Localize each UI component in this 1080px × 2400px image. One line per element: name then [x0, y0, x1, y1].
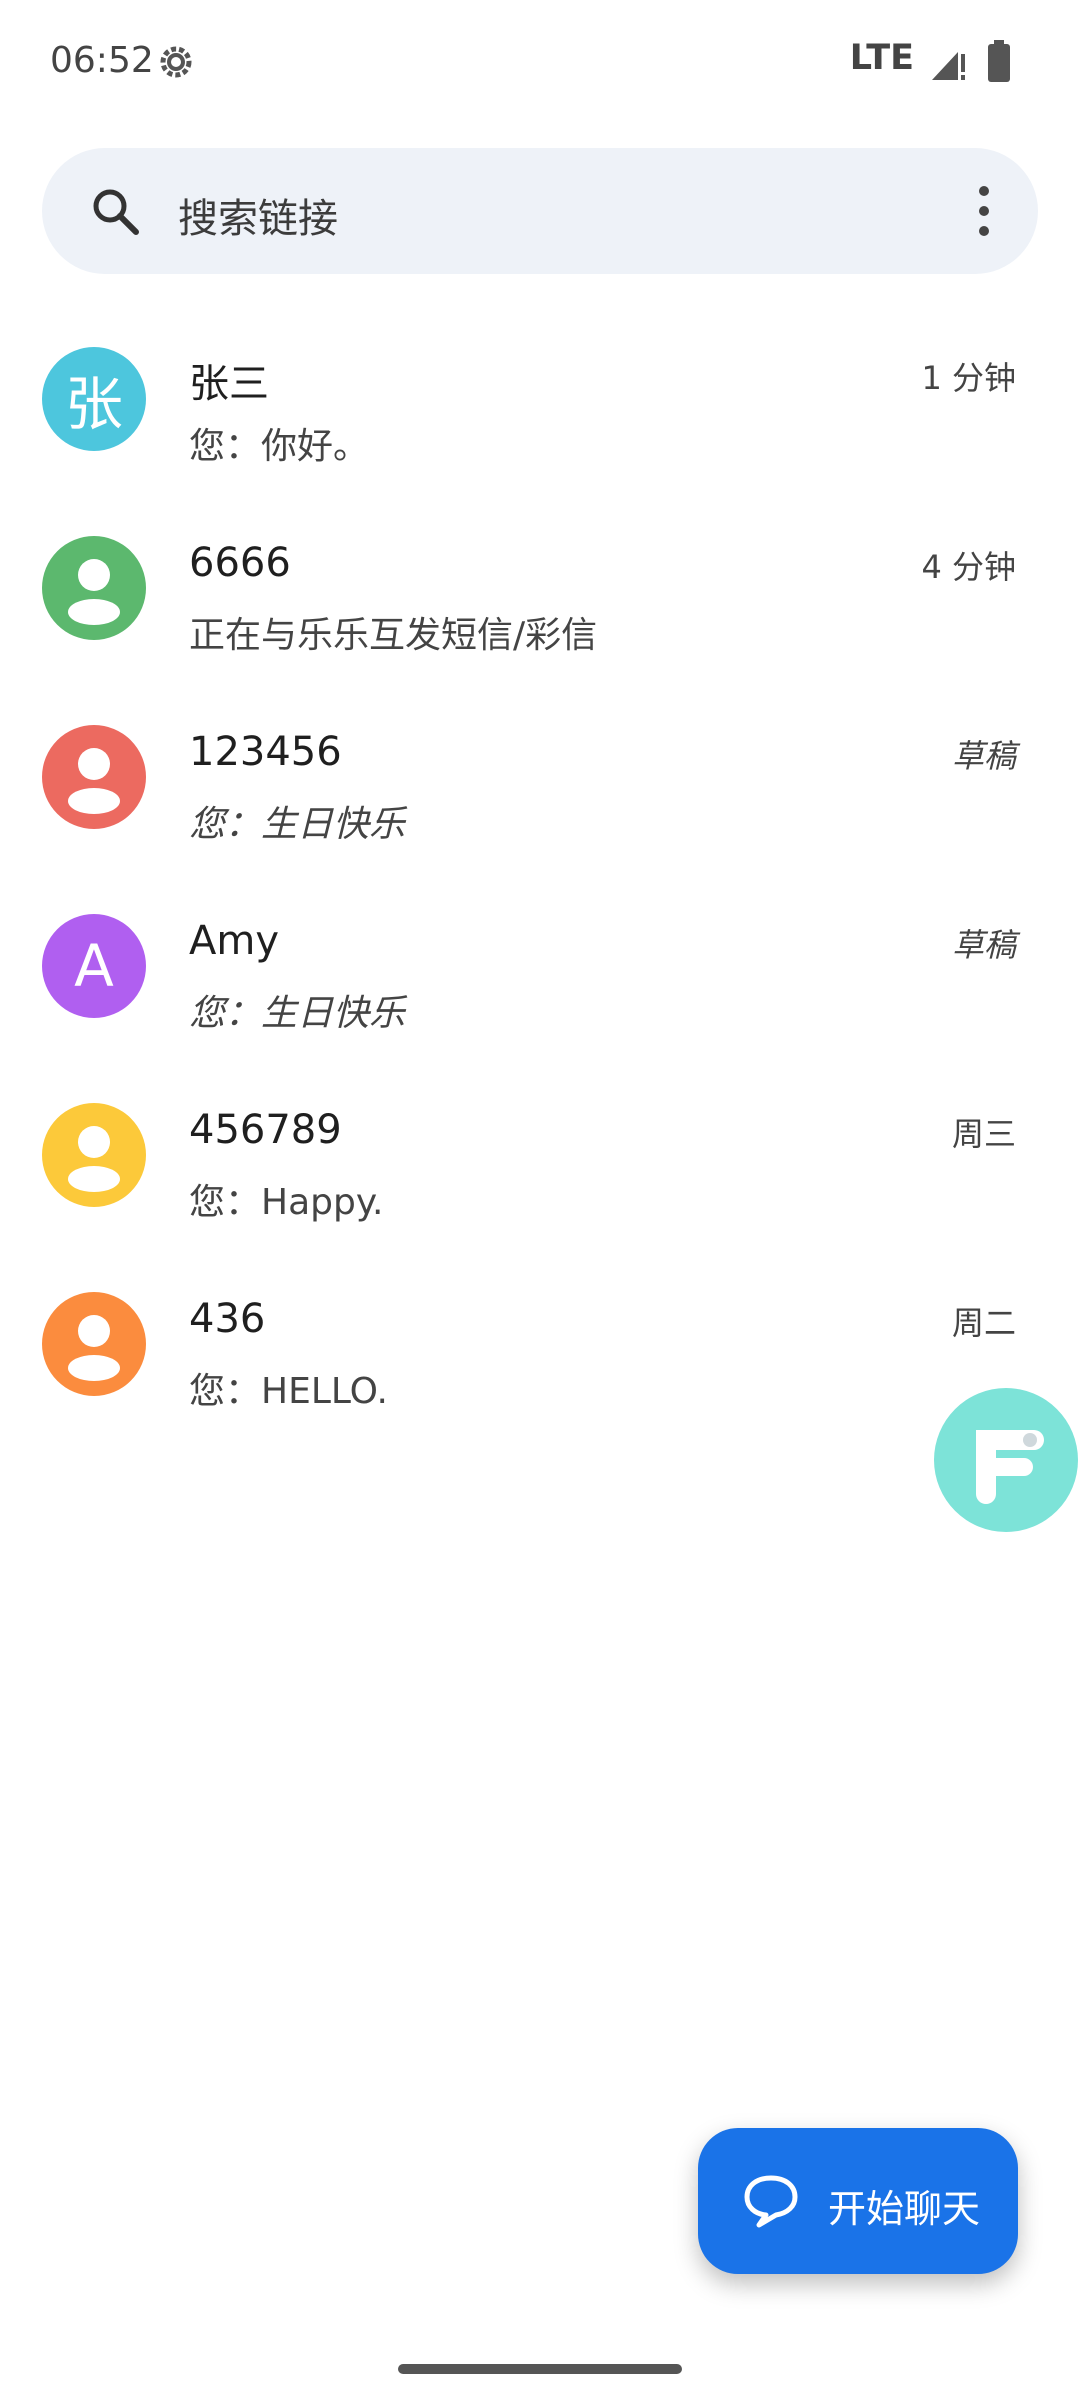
signal-icon — [932, 52, 965, 80]
avatar — [42, 1292, 146, 1396]
contact-name: 6666 — [189, 540, 291, 586]
start-chat-label: 开始聊天 — [828, 2187, 981, 2231]
conversation-row[interactable]: 6666 正在与乐乐互发短信/彩信 4 分钟 — [0, 524, 1080, 713]
start-chat-button[interactable]: 开始聊天 — [698, 2128, 1018, 2274]
search-icon — [93, 189, 139, 235]
message-snippet: 您：HELLO. — [189, 1371, 388, 1412]
contact-name: 456789 — [189, 1107, 342, 1153]
conversation-row[interactable]: 张 张三 您：你好。 1 分钟 — [0, 335, 1080, 524]
avatar: A — [42, 914, 146, 1018]
draft-snippet: 您：生日快乐 — [189, 804, 406, 845]
message-time: 周三 — [951, 1115, 1016, 1153]
draft-snippet: 您：生日快乐 — [189, 993, 406, 1034]
status-bar: 06:52 LTE — [0, 0, 1080, 130]
message-snippet: 您：你好。 — [189, 426, 370, 467]
avatar — [42, 725, 146, 829]
conversation-row[interactable]: 456789 您：Happy. 周三 — [0, 1091, 1080, 1280]
chat-bubble-icon — [744, 2175, 798, 2228]
message-snippet: 您：Happy. — [189, 1182, 384, 1223]
contact-name: 张三 — [189, 361, 269, 407]
draft-label: 草稿 — [951, 926, 1016, 964]
contact-name: 123456 — [189, 729, 342, 775]
message-time: 周二 — [951, 1304, 1016, 1342]
floating-assistant-icon[interactable] — [932, 1386, 1080, 1534]
avatar-letter: A — [74, 932, 114, 1000]
person-icon — [68, 748, 120, 814]
avatar-letter: 张 — [64, 370, 123, 438]
more-options-icon[interactable] — [978, 184, 990, 238]
person-icon — [68, 1315, 120, 1381]
contact-name: Amy — [189, 918, 279, 964]
search-input[interactable]: 搜索链接 — [178, 186, 338, 244]
home-indicator[interactable] — [398, 2364, 682, 2374]
network-type: LTE — [849, 38, 914, 78]
draft-label: 草稿 — [951, 737, 1016, 775]
message-time: 4 分钟 — [921, 548, 1016, 586]
conversation-row[interactable]: A Amy 您：生日快乐 草稿 — [0, 902, 1080, 1091]
status-time: 06:52 — [50, 40, 154, 81]
avatar — [42, 536, 146, 640]
battery-icon — [988, 40, 1010, 82]
search-bar[interactable]: 搜索链接 — [42, 148, 1038, 274]
avatar — [42, 1103, 146, 1207]
avatar: 张 — [42, 347, 146, 451]
person-icon — [68, 1126, 120, 1192]
person-icon — [68, 559, 120, 625]
conversation-list: 张 张三 您：你好。 1 分钟 6666 正在与乐乐互发短信/彩信 4 分钟 1… — [0, 335, 1080, 1469]
contact-name: 436 — [189, 1296, 266, 1342]
settings-gear-icon — [160, 46, 192, 78]
conversation-row[interactable]: 436 您：HELLO. 周二 — [0, 1280, 1080, 1469]
message-snippet: 正在与乐乐互发短信/彩信 — [189, 615, 598, 656]
conversation-row[interactable]: 123456 您：生日快乐 草稿 — [0, 713, 1080, 902]
message-time: 1 分钟 — [921, 359, 1016, 397]
